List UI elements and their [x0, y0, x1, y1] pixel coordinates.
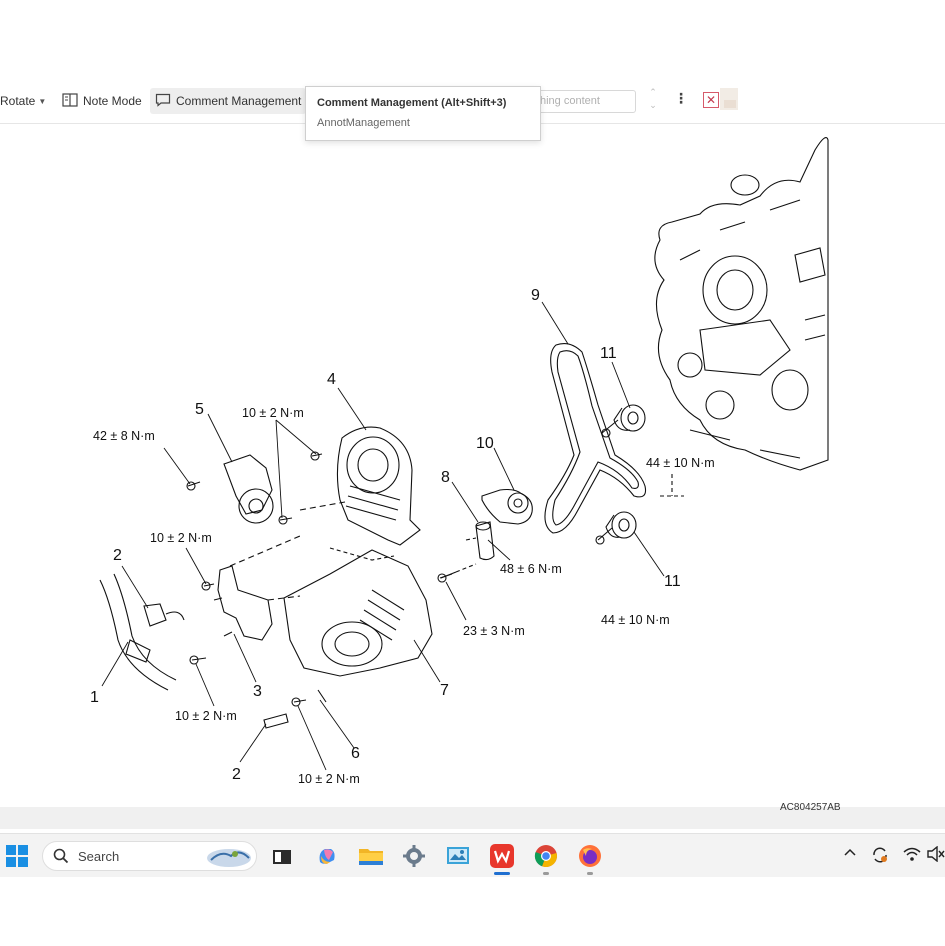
idler-pulley-lower — [611, 511, 637, 539]
rotate-button[interactable]: Rotate ▼ — [0, 88, 46, 114]
part-number-9: 9 — [531, 287, 540, 304]
belt-tensioner-drawing — [223, 454, 273, 515]
document-footer: AC804257AB — [0, 802, 945, 829]
close-search-icon[interactable]: ✕ — [703, 92, 719, 108]
torque-10-top: 10 ± 2 N·m — [242, 406, 304, 420]
auto-tensioner-drawing — [475, 521, 495, 561]
torque-10-low: 10 ± 2 N·m — [175, 709, 237, 723]
windows-start-icon[interactable] — [5, 844, 29, 868]
timing-belt-diagram: 1 2 2 3 4 5 6 7 8 9 10 11 11 42 ± 8 N·m … — [90, 137, 829, 786]
comment-management-tooltip: Comment Management (Alt+Shift+3) AnnotMa… — [305, 86, 541, 141]
sensor-drawing — [143, 603, 185, 627]
active-app-indicator — [494, 872, 510, 875]
bolt-icons — [187, 453, 453, 703]
screen: Rotate ▼ Note Mode Comment Management hi… — [0, 0, 945, 946]
part-number-1: 1 — [90, 689, 99, 706]
firefox-icon[interactable] — [578, 844, 602, 868]
lower-cover-drawing — [283, 549, 433, 677]
part-number-7: 7 — [440, 682, 449, 699]
plate-drawing — [263, 713, 289, 729]
folder-icon[interactable] — [358, 844, 383, 868]
copilot-icon[interactable] — [315, 844, 339, 868]
comment-icon — [155, 93, 171, 110]
idler-pulley-upper — [620, 404, 646, 432]
torque-23: 23 ± 3 N·m — [463, 624, 525, 638]
more-options-icon[interactable]: ⋮ — [674, 90, 688, 107]
book-icon — [62, 92, 78, 110]
chevron-up-icon[interactable]: ⌃ — [645, 86, 661, 99]
torque-48: 48 ± 6 N·m — [500, 562, 562, 576]
part-number-8: 8 — [441, 469, 450, 486]
search-icon — [53, 848, 69, 869]
part-number-4: 4 — [327, 371, 336, 388]
part-number-2-upper: 2 — [113, 547, 122, 564]
chevron-down-icon: ▼ — [38, 96, 47, 106]
blank-area — [0, 877, 945, 946]
note-mode-button[interactable]: Note Mode — [62, 88, 142, 114]
comment-management-button[interactable]: Comment Management — [150, 88, 307, 114]
document-page: 1 2 2 3 4 5 6 7 8 9 10 11 11 42 ± 8 N·m … — [0, 124, 945, 809]
tooltip-subtitle: AnnotManagement — [317, 117, 410, 129]
torque-10-bottom: 10 ± 2 N·m — [298, 772, 360, 786]
note-mode-label: Note Mode — [83, 94, 142, 108]
search-content-input[interactable]: hing content — [525, 90, 636, 113]
wps-office-icon[interactable] — [490, 844, 514, 868]
engine-block-drawing — [654, 137, 829, 471]
part-number-5: 5 — [195, 401, 204, 418]
part-number-11-lower: 11 — [664, 573, 681, 590]
running-indicator — [587, 872, 593, 875]
photos-icon[interactable] — [446, 844, 470, 868]
timing-belt-drawing — [544, 343, 647, 534]
torque-44-lower: 44 ± 10 N·m — [601, 613, 670, 627]
tensioner-drawing — [481, 488, 533, 525]
search-placeholder: hing content — [540, 95, 600, 107]
volume-mute-icon[interactable] — [927, 845, 945, 865]
part-number-10: 10 — [476, 435, 494, 452]
comment-management-label: Comment Management — [176, 94, 302, 108]
sync-icon[interactable] — [871, 846, 889, 867]
search-highlight-image — [205, 844, 253, 873]
part-number-3: 3 — [253, 683, 262, 700]
settings-icon[interactable] — [402, 844, 426, 868]
part-number-6: 6 — [351, 745, 360, 762]
torque-44-upper: 44 ± 10 N·m — [646, 456, 715, 470]
chevron-up-icon[interactable] — [843, 846, 857, 863]
chevron-down-icon[interactable]: ⌄ — [645, 99, 661, 112]
reference-code: AC804257AB — [780, 802, 841, 813]
tooltip-title: Comment Management (Alt+Shift+3) — [317, 97, 507, 109]
running-indicator — [543, 872, 549, 875]
upper-cover-drawing — [336, 426, 421, 546]
taskbar-search-box[interactable]: Search — [42, 841, 257, 871]
torque-42: 42 ± 8 N·m — [93, 429, 155, 443]
part-number-2-lower: 2 — [232, 766, 241, 783]
part-number-11-upper: 11 — [600, 345, 617, 362]
torque-10-mid: 10 ± 2 N·m — [150, 531, 212, 545]
search-nav-buttons[interactable]: ⌃ ⌄ — [645, 86, 661, 116]
taskbar-search-label: Search — [78, 849, 120, 864]
rotate-label: Rotate — [0, 94, 36, 108]
file-explorer-icon[interactable] — [270, 844, 294, 868]
chrome-icon[interactable] — [534, 844, 558, 868]
bracket-drawing — [217, 565, 273, 641]
wifi-icon[interactable] — [903, 846, 921, 865]
windows-taskbar: Search — [0, 833, 945, 877]
bolt-6-drawing — [317, 689, 327, 703]
